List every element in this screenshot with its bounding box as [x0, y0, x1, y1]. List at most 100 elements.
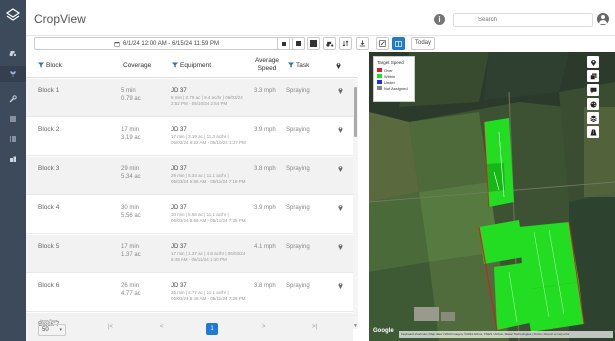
nav-sprout-icon[interactable]	[0, 66, 26, 82]
legend-item-not-assigned: Not Assigned	[377, 85, 411, 91]
coverage-cell: 5 min 0.79 ac	[121, 87, 141, 103]
block-name: Block 6	[38, 282, 60, 289]
cropview-logo-icon[interactable]	[5, 7, 21, 23]
location-pin-icon	[336, 62, 341, 69]
view-small-button[interactable]	[277, 37, 290, 50]
column-header-block[interactable]: Block	[38, 52, 62, 78]
filter-icon	[288, 62, 294, 68]
palette-icon	[590, 101, 596, 107]
coverage-time: 30 min	[121, 205, 140, 211]
download-button[interactable]	[356, 37, 369, 50]
equipment-filter-button[interactable]	[323, 37, 336, 50]
search-input[interactable]	[453, 13, 593, 27]
scrollbar-thumb[interactable]	[354, 87, 357, 137]
table-body: Block 1 5 min 0.79 ac JD 37 5 min | 0.79 a…	[26, 79, 358, 341]
column-header-speed[interactable]: Average Speed	[253, 52, 281, 78]
equipment-name: JD 37	[171, 283, 187, 289]
info-icon[interactable]: i	[434, 14, 445, 25]
legend-swatch	[377, 74, 382, 78]
user-account-icon[interactable]	[597, 13, 609, 25]
coverage-area: 5.56 ac	[121, 213, 141, 219]
table-row[interactable]: Block 5 17 min 1.37 ac JD 37 17 min | 1.37…	[26, 235, 353, 273]
coverage-area: 0.79 ac	[121, 96, 141, 102]
satellite-map[interactable]: Target Speed Over Within Under Not Assig…	[369, 52, 615, 341]
nav-rail	[0, 0, 26, 341]
task-name: Spraying	[286, 166, 310, 172]
table-row[interactable]: Block 2 17 min 3.19 ac JD 37 17 min | 3.19…	[26, 118, 353, 156]
table-row[interactable]: Block 6 26 min 4.77 ac JD 37 26 min | 4.77…	[26, 274, 353, 312]
table-row[interactable]: Block 4 30 min 5.56 ac JD 37 30 min | 5.56…	[26, 196, 353, 234]
next-page-button[interactable]: >	[262, 324, 266, 330]
today-button[interactable]: Today	[411, 37, 435, 50]
app-header: CropView i	[26, 0, 615, 36]
map-road-button[interactable]	[587, 126, 599, 138]
location-pin-icon[interactable]	[338, 282, 343, 289]
equipment-cell: JD 37 17 min | 3.19 ac | 11.3 ac/hr | 06/…	[171, 126, 247, 145]
coverage-cell: 26 min 4.77 ac	[121, 282, 141, 298]
edit-button[interactable]	[376, 37, 389, 50]
coverage-cell: 30 min 5.56 ac	[121, 204, 141, 220]
map-attribution[interactable]: Keyboard shortcuts | Map data ©2024 Imag…	[399, 331, 613, 338]
road-icon	[590, 129, 596, 135]
equipment-detail: 29 min | 5.34 ac | 11.1 ac/hr | 06/03/24…	[171, 173, 246, 184]
square-medium-icon	[296, 41, 301, 46]
task-name: Spraying	[286, 205, 310, 211]
column-label: Average Speed	[254, 57, 280, 72]
tractor-icon	[325, 41, 333, 47]
download-icon	[359, 40, 366, 47]
prev-page-button[interactable]: <	[160, 324, 164, 330]
pagination: Items/Page 50 ▾ |< < 1 > >|	[26, 315, 358, 341]
location-pin-icon[interactable]	[338, 243, 343, 250]
toolbar: 6/1/24 12:00 AM - 6/15/24 11:59 PM Today	[26, 36, 615, 52]
map-location-pin-button[interactable]	[587, 56, 599, 68]
equipment-detail: 5 min | 0.79 ac | 9.4 ac/hr | 06/03/24 2…	[171, 95, 243, 106]
column-header-coverage[interactable]: Coverage	[123, 52, 151, 78]
date-range-text: 6/1/24 12:00 AM - 6/15/24 11:59 PM	[123, 40, 219, 47]
coverage-area: 1.37 ac	[121, 252, 141, 258]
sort-icon	[342, 40, 349, 47]
equipment-detail: 30 min | 5.56 ac | 11.1 ac/hr | 06/03/24…	[171, 212, 246, 223]
nav-wrench-icon[interactable]	[0, 91, 26, 107]
equipment-name: JD 37	[171, 127, 187, 133]
date-range-picker[interactable]: 6/1/24 12:00 AM - 6/15/24 11:59 PM	[34, 37, 299, 50]
location-pin-icon[interactable]	[338, 204, 343, 211]
last-page-button[interactable]: >|	[312, 324, 317, 330]
block-name: Block 5	[38, 243, 60, 250]
legend-label: Within	[384, 73, 396, 79]
current-page[interactable]: 1	[206, 323, 218, 335]
app-title: CropView	[34, 12, 86, 26]
table-scrollbar[interactable]: ▼	[353, 79, 358, 329]
nav-checklist-icon[interactable]	[0, 131, 26, 147]
map-style-button[interactable]	[587, 98, 599, 110]
location-pin-icon[interactable]	[338, 165, 343, 172]
legend-label: Not Assigned	[384, 85, 408, 91]
nav-tractor-icon[interactable]	[0, 45, 26, 61]
location-pin-icon[interactable]	[338, 87, 343, 94]
column-header-location	[336, 52, 341, 78]
square-large-icon	[310, 40, 317, 47]
sort-button[interactable]	[339, 37, 352, 50]
equipment-detail: 17 min | 1.37 ac | 4.8 ac/hr | 06/03/24 …	[171, 251, 246, 262]
view-medium-button[interactable]	[292, 37, 305, 50]
column-header-task[interactable]: Task	[288, 52, 309, 78]
table-row[interactable]: Block 1 5 min 0.79 ac JD 37 5 min | 0.79 a…	[26, 79, 353, 117]
equipment-cell: JD 37 30 min | 5.56 ac | 11.1 ac/hr | 06/…	[171, 204, 247, 223]
map-comment-button[interactable]	[587, 84, 599, 96]
nav-list-icon[interactable]	[0, 111, 26, 127]
items-per-page-select[interactable]: 50 ▾	[38, 324, 66, 336]
table-row[interactable]: Block 3 29 min 5.34 ac JD 37 29 min | 5.34…	[26, 157, 353, 195]
coverage-area: 4.77 ac	[121, 291, 141, 297]
location-pin-icon[interactable]	[338, 126, 343, 133]
coverage-cell: 17 min 1.37 ac	[121, 243, 141, 259]
nav-buildings-icon[interactable]	[0, 151, 26, 167]
map-stack-button[interactable]	[587, 112, 599, 124]
view-large-button[interactable]	[307, 37, 320, 50]
first-page-button[interactable]: |<	[108, 324, 113, 330]
column-header-equipment[interactable]: Equipment	[172, 52, 211, 78]
task-name: Spraying	[286, 244, 310, 250]
target-speed-legend: Target Speed Over Within Under Not Assig…	[373, 56, 415, 102]
legend-swatch	[377, 86, 382, 90]
map-layers-button[interactable]	[587, 70, 599, 82]
map-view-toggle[interactable]	[392, 37, 405, 50]
comment-icon	[590, 87, 596, 93]
